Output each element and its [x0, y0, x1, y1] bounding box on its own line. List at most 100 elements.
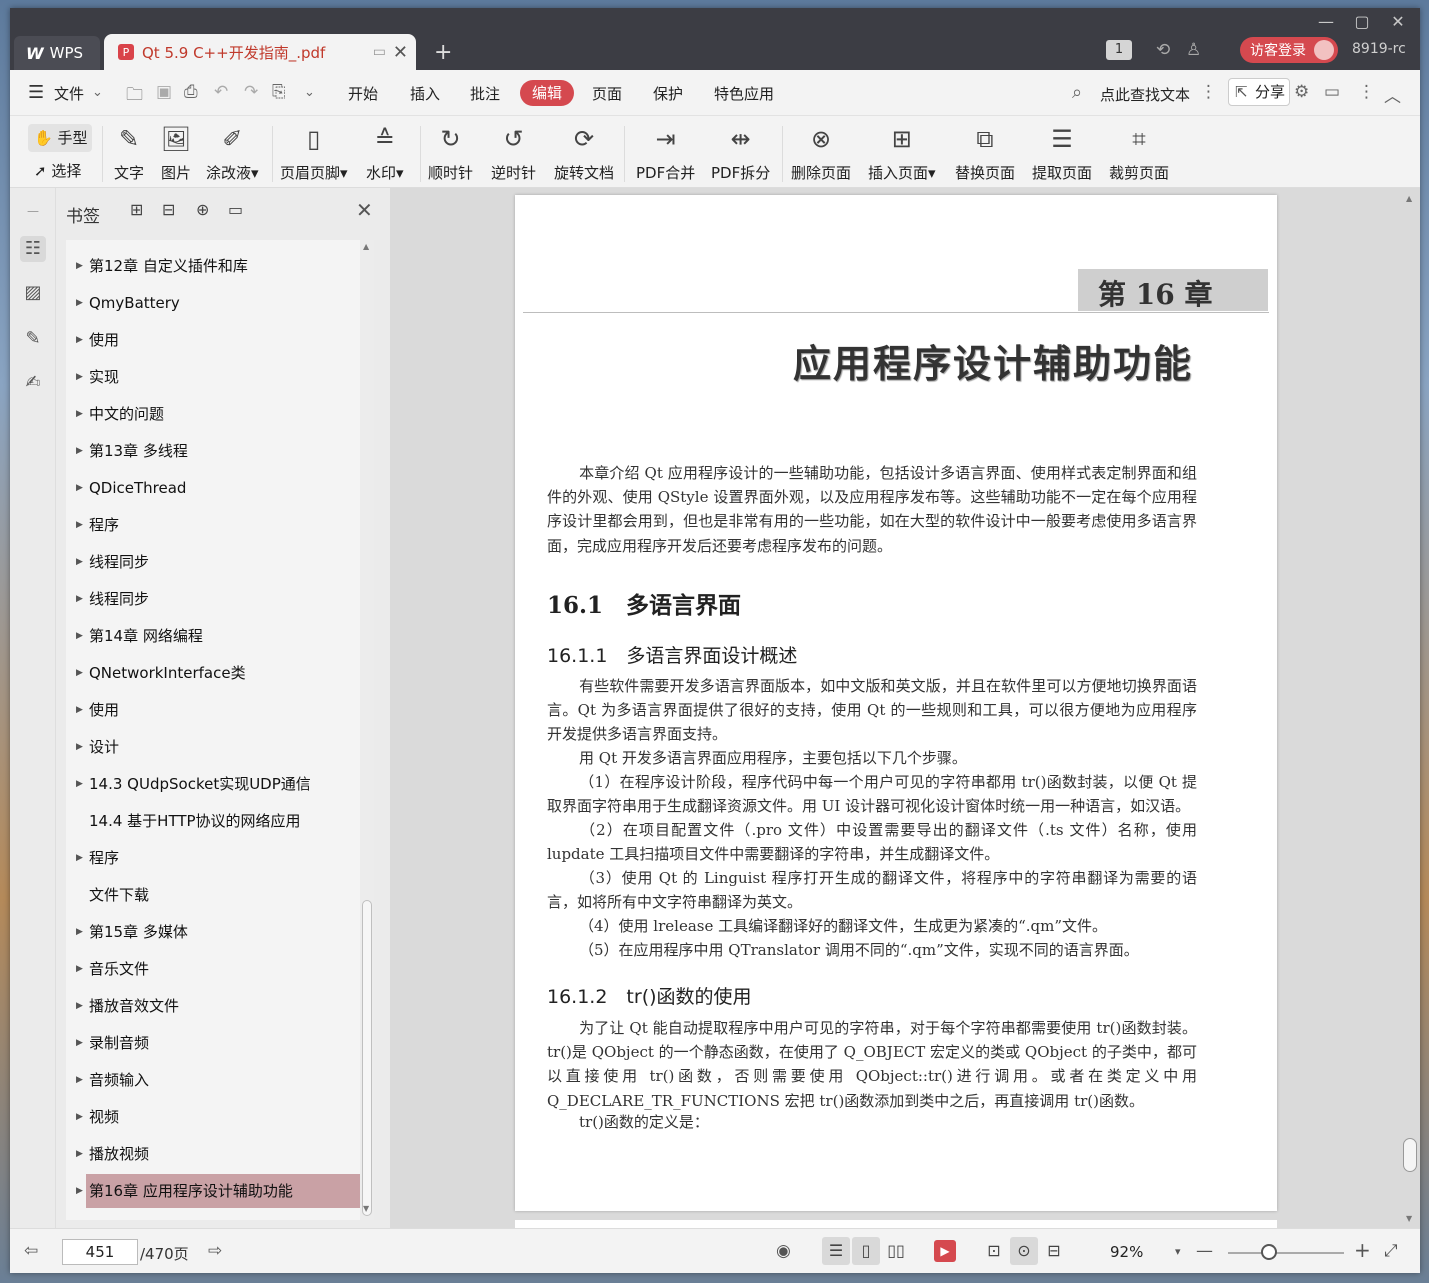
bookmark-item[interactable]: ▶ 音频输入: [66, 1063, 360, 1097]
insert-page-button[interactable]: ⊞ 插入页面▾: [868, 122, 936, 183]
bookmark-scrollbar[interactable]: ▲ ▼: [360, 240, 374, 1220]
bookmark-item[interactable]: ▶ 第12章 自定义插件和库: [66, 249, 360, 283]
pdf-merge-button[interactable]: ⇥ PDF合并: [636, 122, 695, 183]
expand-arrow-icon[interactable]: ▶: [76, 1063, 83, 1097]
menu-edit[interactable]: 编辑: [520, 80, 574, 106]
close-panel-icon[interactable]: ✕: [356, 198, 373, 222]
menu-protect[interactable]: 保护: [653, 83, 683, 104]
expand-arrow-icon[interactable]: ▶: [76, 286, 83, 320]
hamburger-menu-icon[interactable]: ☰: [28, 82, 44, 103]
single-page-icon[interactable]: ▯: [852, 1237, 880, 1265]
expand-arrow-icon[interactable]: ▶: [76, 1026, 83, 1060]
undo-icon[interactable]: ↶: [214, 82, 228, 102]
scroll-down-icon[interactable]: ▼: [363, 1204, 369, 1213]
pin-icon[interactable]: ▭: [373, 44, 386, 60]
more-vertical-icon[interactable]: ⋮: [1200, 82, 1217, 102]
zoom-dropdown-icon[interactable]: ▾: [1175, 1245, 1181, 1258]
bookmark-item[interactable]: ▶ 使用: [66, 693, 360, 727]
zoom-in-icon[interactable]: +: [1354, 1238, 1371, 1262]
watermark-button[interactable]: ≙ 水印▾: [366, 122, 404, 183]
new-tab-button[interactable]: +: [434, 40, 452, 65]
fit-width-icon[interactable]: ⊟: [1040, 1237, 1068, 1265]
bookmark-panel-icon[interactable]: ☷: [20, 236, 46, 262]
image-button[interactable]: 🖼 图片: [159, 122, 193, 183]
bookmark-item[interactable]: ▶ 14.3 QUdpSocket实现UDP通信: [66, 767, 360, 801]
open-folder-icon[interactable]: 🗀: [126, 82, 143, 111]
expand-arrow-icon[interactable]: ▶: [76, 952, 83, 986]
fullscreen-icon[interactable]: ⤢: [1384, 1241, 1398, 1261]
expand-arrow-icon[interactable]: ▶: [76, 582, 83, 616]
expand-arrow-icon[interactable]: ▶: [76, 1137, 83, 1171]
zoom-slider-knob[interactable]: [1260, 1244, 1277, 1260]
wps-home-tab[interactable]: W WPS: [14, 36, 100, 70]
more-options-icon[interactable]: ⋮: [1358, 82, 1375, 102]
expand-arrow-icon[interactable]: ▶: [76, 249, 83, 283]
collapse-all-icon[interactable]: ⊟: [162, 200, 175, 219]
bookmark-item[interactable]: ▶ 程序: [66, 508, 360, 542]
rotate-ccw-button[interactable]: ↺ 逆时针: [491, 122, 536, 183]
bookmark-item[interactable]: ▶ 第13章 多线程: [66, 434, 360, 468]
thumbnail-icon[interactable]: ▨: [20, 280, 46, 306]
export-icon[interactable]: ⎘: [272, 82, 286, 102]
minimize-button[interactable]: —: [1308, 12, 1344, 31]
expand-arrow-icon[interactable]: ▶: [76, 656, 83, 690]
bookmark-item[interactable]: ▶ QmyBattery: [66, 286, 360, 320]
expand-arrow-icon[interactable]: ▶: [76, 619, 83, 653]
menu-annotate[interactable]: 批注: [470, 83, 500, 104]
bookmark-item[interactable]: ▶ 线程同步: [66, 545, 360, 579]
hand-tool-button[interactable]: ✋ 手型: [28, 124, 92, 152]
expand-arrow-icon[interactable]: ▶: [76, 545, 83, 579]
bookmark-item[interactable]: ▶ QDiceThread: [66, 471, 360, 505]
skin-icon[interactable]: ♙: [1186, 40, 1201, 60]
prev-page-icon[interactable]: ⇦: [24, 1241, 38, 1261]
bookmark-item[interactable]: ▶ 中文的问题: [66, 397, 360, 431]
maximize-button[interactable]: ▢: [1344, 12, 1380, 31]
edit-bookmark-icon[interactable]: ▭: [228, 200, 243, 219]
expand-arrow-icon[interactable]: ▶: [76, 434, 83, 468]
zoom-out-icon[interactable]: —: [1196, 1241, 1213, 1261]
bookmark-item[interactable]: ▶ 第15章 多媒体: [66, 915, 360, 949]
zoom-level[interactable]: 92%: [1110, 1243, 1143, 1261]
search-text-field[interactable]: 点此查找文本: [1100, 84, 1190, 105]
scrollbar-thumb[interactable]: [362, 900, 372, 1216]
annotation-icon[interactable]: ✎: [20, 326, 46, 352]
menu-insert[interactable]: 插入: [410, 83, 440, 104]
bookmark-item[interactable]: ▶ 设计: [66, 730, 360, 764]
save-icon[interactable]: ▣: [156, 82, 172, 102]
expand-arrow-icon[interactable]: ▶: [76, 767, 83, 801]
expand-arrow-icon[interactable]: ▶: [76, 360, 83, 394]
bookmark-item[interactable]: ▶ 程序: [66, 841, 360, 875]
expand-arrow-icon[interactable]: ▶: [76, 1100, 83, 1134]
expand-arrow-icon[interactable]: ▶: [76, 841, 83, 875]
page-number-input[interactable]: 451: [62, 1239, 138, 1265]
continuous-view-icon[interactable]: ☰: [822, 1237, 850, 1265]
chevron-down-icon[interactable]: ⌄: [92, 85, 103, 100]
crop-page-button[interactable]: ⌗ 裁剪页面: [1109, 122, 1169, 183]
file-menu[interactable]: 文件: [54, 83, 84, 104]
rotate-doc-button[interactable]: ⟳ 旋转文档: [554, 122, 614, 183]
bookmark-item[interactable]: ▶ 第16章 应用程序设计辅助功能: [76, 1174, 360, 1208]
expand-arrow-icon[interactable]: ▶: [76, 693, 83, 727]
window-count-badge[interactable]: 1: [1106, 40, 1132, 60]
select-tool-button[interactable]: ➚ 选择: [34, 160, 81, 181]
expand-arrow-icon[interactable]: ▶: [76, 730, 83, 764]
settings-gear-icon[interactable]: ⚙: [1294, 82, 1309, 102]
close-tab-icon[interactable]: ✕: [393, 42, 408, 63]
expand-arrow-icon[interactable]: ▶: [76, 915, 83, 949]
document-scrollbar[interactable]: ▲ ▼: [1400, 188, 1420, 1228]
bookmark-item[interactable]: ▶ 播放视频: [66, 1137, 360, 1171]
share-button[interactable]: ⇱ 分享: [1228, 78, 1290, 106]
expand-arrow-icon[interactable]: ▶: [76, 508, 83, 542]
redo-icon[interactable]: ↷: [244, 82, 258, 102]
replace-page-button[interactable]: ⧉ 替换页面: [955, 122, 1015, 183]
comment-icon[interactable]: ▭: [1324, 82, 1340, 102]
zoom-slider[interactable]: [1228, 1252, 1344, 1254]
bookmark-item[interactable]: ▶ 播放音效文件: [66, 989, 360, 1023]
correction-pen-button[interactable]: ✐ 涂改液▾: [206, 122, 259, 183]
more-dropdown-icon[interactable]: ⌄: [304, 85, 315, 100]
fit-page-icon[interactable]: ⊙: [1010, 1237, 1038, 1265]
next-page-icon[interactable]: ⇨: [208, 1241, 222, 1261]
bookmark-item[interactable]: 文件下载: [66, 878, 360, 912]
eye-protection-icon[interactable]: ◉: [776, 1241, 791, 1261]
expand-arrow-icon[interactable]: ▶: [76, 471, 83, 505]
